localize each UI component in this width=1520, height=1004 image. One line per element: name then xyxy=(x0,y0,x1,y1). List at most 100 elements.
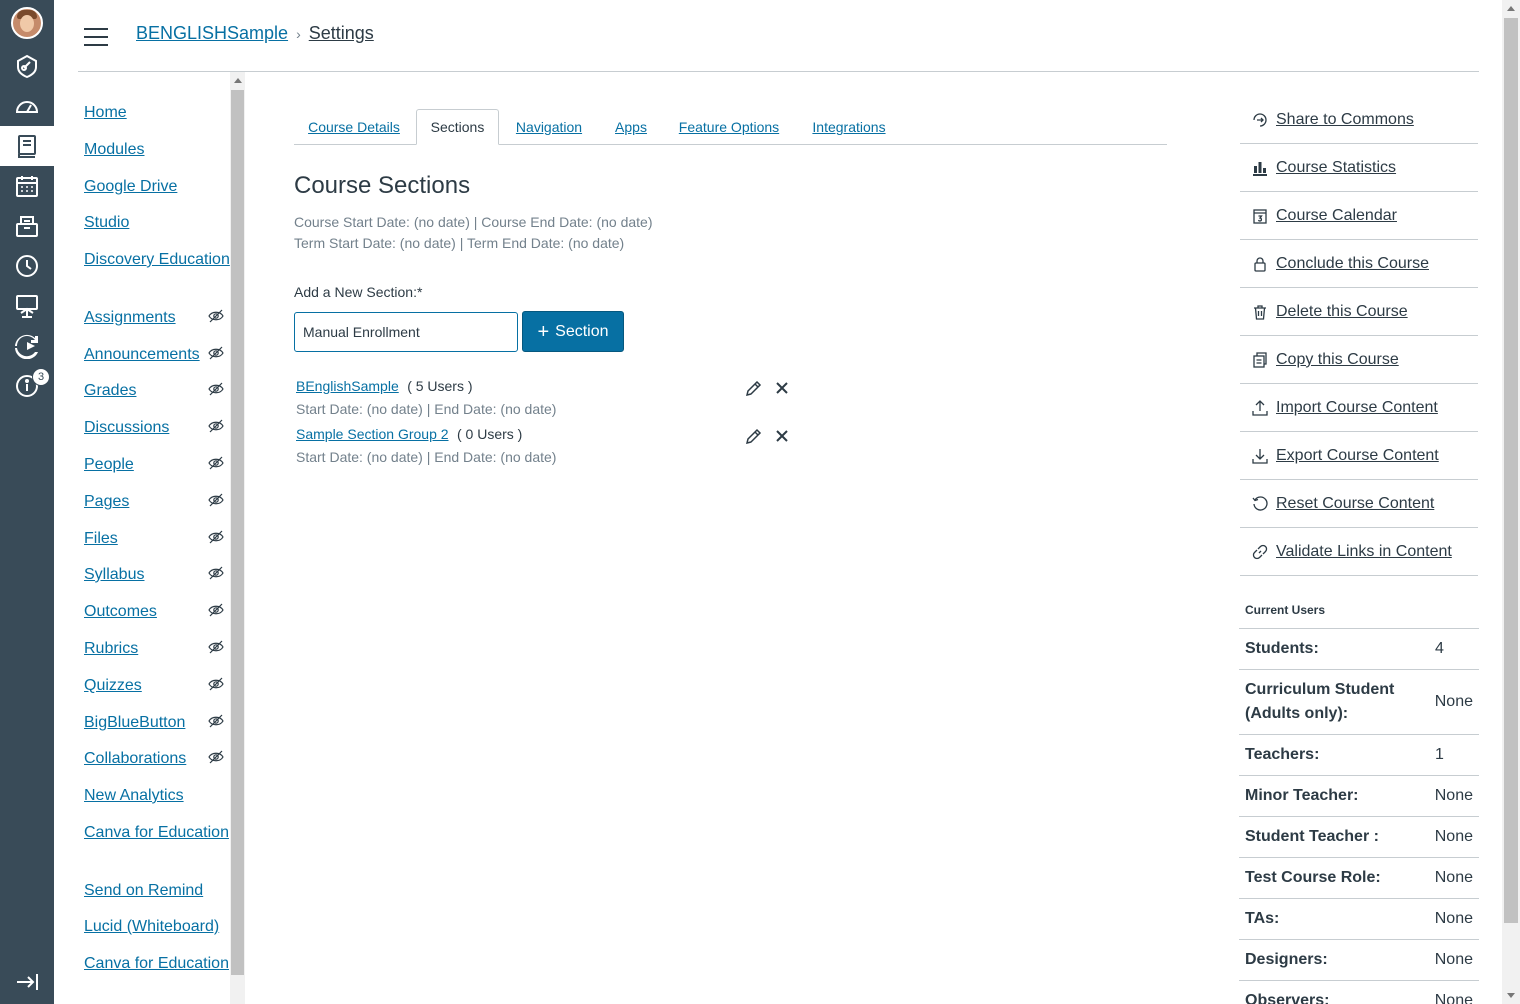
course-nav-item[interactable]: People xyxy=(84,454,230,475)
import-content-link[interactable]: Import Course Content xyxy=(1276,399,1438,417)
scroll-down-arrow-icon[interactable] xyxy=(1507,993,1515,998)
course-nav-link[interactable]: Pages xyxy=(84,493,129,510)
copy-course-link[interactable]: Copy this Course xyxy=(1276,351,1399,369)
tab-sections[interactable]: Sections xyxy=(416,109,499,145)
close-icon[interactable] xyxy=(774,380,790,396)
course-nav-link[interactable]: Modules xyxy=(84,141,144,158)
course-nav-item[interactable]: Discussions xyxy=(84,417,230,438)
conclude-course-link[interactable]: Conclude this Course xyxy=(1276,255,1429,273)
scrollbar-thumb[interactable] xyxy=(231,90,244,975)
course-nav-item[interactable]: Pages xyxy=(84,491,230,512)
course-nav-link[interactable]: Announcements xyxy=(84,346,200,363)
import-content-action[interactable]: Import Course Content xyxy=(1240,384,1478,432)
conclude-course-action[interactable]: Conclude this Course xyxy=(1240,240,1478,288)
pencil-icon[interactable] xyxy=(744,428,762,446)
export-content-link[interactable]: Export Course Content xyxy=(1276,447,1439,465)
close-icon[interactable] xyxy=(774,428,790,444)
page-scrollbar[interactable] xyxy=(1502,0,1520,1004)
course-nav-item[interactable]: Collaborations xyxy=(84,748,230,769)
course-nav-item[interactable]: Discovery Education xyxy=(84,249,230,270)
course-nav-item[interactable]: Announcements xyxy=(84,344,230,365)
course-nav-link[interactable]: Canva for Education xyxy=(84,955,229,972)
course-calendar-link[interactable]: Course Calendar xyxy=(1276,207,1397,225)
calendar-icon[interactable] xyxy=(0,166,54,206)
course-statistics-link[interactable]: Course Statistics xyxy=(1276,159,1396,177)
course-nav-item[interactable]: Google Drive xyxy=(84,176,230,197)
course-nav-item[interactable]: Rubrics xyxy=(84,638,230,659)
breadcrumb-course-link[interactable]: BENGLISHSample xyxy=(136,23,288,44)
reset-content-link[interactable]: Reset Course Content xyxy=(1276,495,1434,513)
course-nav-link[interactable]: Discovery Education xyxy=(84,251,230,268)
share-to-commons-action[interactable]: Share to Commons xyxy=(1240,96,1478,144)
courses-icon[interactable] xyxy=(0,126,54,166)
course-nav-link[interactable]: Lucid (Whiteboard) xyxy=(84,918,219,935)
course-nav-scrollbar[interactable] xyxy=(230,72,245,1004)
delete-course-action[interactable]: Delete this Course xyxy=(1240,288,1478,336)
course-nav-link[interactable]: People xyxy=(84,456,134,473)
tab-apps[interactable]: Apps xyxy=(606,109,656,145)
course-nav-item[interactable]: Modules xyxy=(84,139,230,160)
export-content-action[interactable]: Export Course Content xyxy=(1240,432,1478,480)
account-avatar-icon[interactable] xyxy=(0,2,54,44)
course-nav-item[interactable]: Canva for Education xyxy=(84,822,230,843)
course-nav-item[interactable]: Syllabus xyxy=(84,564,230,585)
course-nav-item[interactable]: Files xyxy=(84,528,230,549)
course-nav-link[interactable]: Grades xyxy=(84,382,136,399)
tab-feature-options[interactable]: Feature Options xyxy=(670,109,788,145)
scrollbar-thumb[interactable] xyxy=(1504,18,1518,923)
course-nav-item[interactable]: Studio xyxy=(84,212,230,233)
section-link[interactable]: BEnglishSample xyxy=(296,378,399,394)
course-nav-item[interactable]: Outcomes xyxy=(84,601,230,622)
validate-links-link[interactable]: Validate Links in Content xyxy=(1276,543,1452,561)
course-nav-item[interactable]: Lucid (Whiteboard) xyxy=(84,916,230,937)
course-nav-link[interactable]: Rubrics xyxy=(84,640,138,657)
course-menu-toggle-button[interactable] xyxy=(84,28,108,46)
course-nav-link[interactable]: Collaborations xyxy=(84,750,186,767)
course-nav-link[interactable]: Files xyxy=(84,530,118,547)
course-nav-link[interactable]: Outcomes xyxy=(84,603,157,620)
scroll-up-arrow-icon[interactable] xyxy=(234,78,242,83)
course-nav-link[interactable]: Canva for Education xyxy=(84,824,229,841)
course-nav-link[interactable]: Syllabus xyxy=(84,566,144,583)
copy-course-action[interactable]: Copy this Course xyxy=(1240,336,1478,384)
commons-icon[interactable] xyxy=(0,286,54,326)
dashboard-icon[interactable] xyxy=(0,86,54,126)
breadcrumb-current-page[interactable]: Settings xyxy=(309,23,374,44)
course-nav-link[interactable]: Google Drive xyxy=(84,178,177,195)
course-nav-item[interactable]: New Analytics xyxy=(84,785,230,806)
delete-course-link[interactable]: Delete this Course xyxy=(1276,303,1408,321)
course-nav-item[interactable]: BigBlueButton xyxy=(84,712,230,733)
course-nav-link[interactable]: Discussions xyxy=(84,419,169,436)
section-link[interactable]: Sample Section Group 2 xyxy=(296,426,449,442)
share-to-commons-link[interactable]: Share to Commons xyxy=(1276,111,1414,129)
studio-icon[interactable] xyxy=(0,326,54,366)
course-nav-item[interactable]: Home xyxy=(84,102,230,123)
course-nav-link[interactable]: Home xyxy=(84,104,127,121)
course-nav-item[interactable]: Send on Remind xyxy=(84,880,230,901)
new-section-input[interactable] xyxy=(294,312,518,352)
course-nav-link[interactable]: New Analytics xyxy=(84,787,184,804)
course-nav-link[interactable]: Studio xyxy=(84,214,129,231)
pencil-icon[interactable] xyxy=(744,380,762,398)
reset-content-action[interactable]: Reset Course Content xyxy=(1240,480,1478,528)
course-nav-link[interactable]: Send on Remind xyxy=(84,882,203,899)
collapse-nav-icon[interactable] xyxy=(0,962,54,1002)
course-nav-link[interactable]: BigBlueButton xyxy=(84,714,185,731)
tab-navigation[interactable]: Navigation xyxy=(506,109,592,145)
course-nav-item[interactable]: Quizzes xyxy=(84,675,230,696)
tab-course-details[interactable]: Course Details xyxy=(294,109,414,145)
course-nav-link[interactable]: Assignments xyxy=(84,309,176,326)
inbox-icon[interactable] xyxy=(0,206,54,246)
validate-links-action[interactable]: Validate Links in Content xyxy=(1240,528,1478,576)
course-nav-link[interactable]: Quizzes xyxy=(84,677,142,694)
course-nav-item[interactable]: Grades xyxy=(84,380,230,401)
course-nav-item[interactable]: Canva for Education xyxy=(84,953,230,974)
add-section-button[interactable]: + Section xyxy=(522,311,624,352)
admin-icon[interactable] xyxy=(0,46,54,86)
tab-integrations[interactable]: Integrations xyxy=(802,109,896,145)
course-calendar-action[interactable]: Course Calendar xyxy=(1240,192,1478,240)
history-icon[interactable] xyxy=(0,246,54,286)
course-statistics-action[interactable]: Course Statistics xyxy=(1240,144,1478,192)
course-nav-item[interactable]: Assignments xyxy=(84,307,230,328)
scroll-up-arrow-icon[interactable] xyxy=(1507,6,1515,11)
